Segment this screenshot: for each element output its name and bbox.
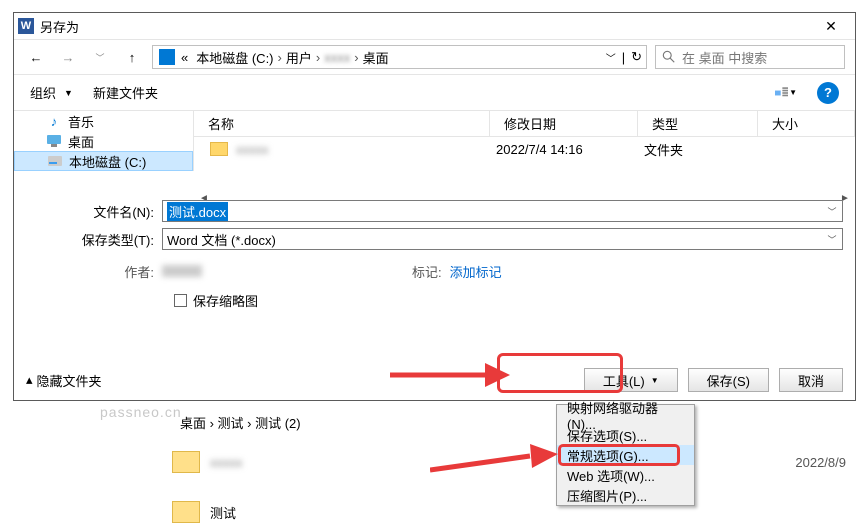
tag-label: 标记:	[412, 262, 450, 281]
bg-row-0: xxxxx 2022/8/9	[172, 448, 858, 476]
form-area: 文件名(N): 测试.docx ﹀ 保存类型(T): Word 文档 (*.do…	[14, 189, 855, 322]
chevron-down-icon[interactable]: ﹀	[824, 229, 840, 249]
bg-breadcrumb: 桌面 › 测试 › 测试 (2)	[180, 408, 858, 436]
filename-label: 文件名(N):	[26, 202, 162, 221]
content-area: ♪ 音乐 桌面 本地磁盘 (C:) 名称 修改日期 类型 大小 xxxxx 20…	[14, 111, 855, 171]
sidebar-item-label: 桌面	[68, 132, 94, 151]
tag-value[interactable]: 添加标记	[450, 262, 502, 281]
crumb-2-hidden[interactable]: xxxx	[324, 50, 350, 65]
navbar: ← → ﹀ ↑ « 本地磁盘 (C:) › 用户 › xxxx › 桌面 ﹀ |…	[14, 39, 855, 75]
word-icon: W	[18, 18, 34, 34]
watermark: passneo.cn	[100, 404, 182, 420]
bg-row-1: 测试	[172, 498, 858, 526]
crumb-sep: «	[181, 50, 188, 65]
folder-icon	[172, 451, 200, 473]
file-type: 文件夹	[644, 140, 683, 159]
file-date: 2022/7/4 14:16	[496, 142, 644, 157]
chevron-right-icon: ›	[278, 50, 282, 65]
toolbar: 组织▼ 新建文件夹 ▼ ?	[14, 75, 855, 111]
filetype-value: Word 文档 (*.docx)	[167, 230, 276, 249]
save-as-dialog: W 另存为 ✕ ← → ﹀ ↑ « 本地磁盘 (C:) › 用户 › xxxx …	[13, 12, 856, 401]
chevron-down-icon: ▼	[651, 376, 659, 385]
filename-input[interactable]: 测试.docx ﹀	[162, 200, 843, 222]
menu-compress-pictures[interactable]: 压缩图片(P)...	[557, 485, 694, 505]
music-icon: ♪	[46, 113, 62, 129]
view-button[interactable]: ▼	[775, 82, 797, 104]
forward-button[interactable]: →	[56, 45, 80, 69]
organize-button[interactable]: 组织▼	[30, 83, 73, 102]
crumb-3[interactable]: 桌面	[363, 48, 389, 67]
help-button[interactable]: ?	[817, 82, 839, 104]
new-folder-button[interactable]: 新建文件夹	[93, 83, 158, 102]
file-row[interactable]: xxxxx 2022/7/4 14:16 文件夹	[194, 137, 855, 161]
thumbnail-label: 保存缩略图	[193, 291, 258, 310]
tools-button[interactable]: 工具(L) ▼	[584, 368, 678, 392]
chevron-up-icon: ▴	[26, 372, 33, 388]
hide-folders-label: 隐藏文件夹	[37, 371, 102, 390]
breadcrumb-bar[interactable]: « 本地磁盘 (C:) › 用户 › xxxx › 桌面 ﹀ | ↻	[152, 45, 647, 69]
hide-folders-button[interactable]: ▴ 隐藏文件夹	[26, 371, 102, 390]
drive-icon	[47, 153, 63, 169]
file-list-header: 名称 修改日期 类型 大小	[194, 111, 855, 137]
bg-breadcrumb-text: 桌面 › 测试 › 测试 (2)	[180, 413, 301, 432]
filename-value: 测试.docx	[167, 202, 228, 221]
folder-icon	[172, 501, 200, 523]
recent-dropdown[interactable]: ﹀	[88, 45, 112, 69]
tools-dropdown: 映射网络驱动器(N)... 保存选项(S)... 常规选项(G)... Web …	[556, 404, 695, 506]
refresh-icon[interactable]: ↻	[631, 49, 642, 65]
menu-web-options[interactable]: Web 选项(W)...	[557, 465, 694, 485]
search-placeholder: 在 桌面 中搜索	[682, 48, 767, 67]
close-button[interactable]: ✕	[811, 15, 851, 37]
bg-row-name: 测试	[210, 503, 236, 522]
dialog-title: 另存为	[40, 17, 811, 36]
search-input[interactable]: 在 桌面 中搜索	[655, 45, 845, 69]
titlebar: W 另存为 ✕	[14, 13, 855, 39]
tools-label: 工具(L)	[603, 371, 645, 390]
author-label: 作者:	[26, 262, 162, 281]
sidebar-item-label: 本地磁盘 (C:)	[69, 152, 146, 171]
this-pc-icon	[159, 49, 175, 65]
thumbnail-checkbox[interactable]	[174, 294, 187, 307]
author-value-hidden[interactable]	[162, 265, 202, 277]
chevron-down-icon[interactable]: ﹀	[824, 201, 840, 221]
folder-icon	[210, 142, 228, 156]
back-button[interactable]: ←	[24, 45, 48, 69]
save-button[interactable]: 保存(S)	[688, 368, 769, 392]
bottom-bar: ▴ 隐藏文件夹 工具(L) ▼ 保存(S) 取消	[14, 360, 855, 400]
search-icon	[662, 50, 676, 64]
sidebar-item-local-disk[interactable]: 本地磁盘 (C:)	[14, 151, 193, 171]
menu-general-options[interactable]: 常规选项(G)...	[557, 445, 694, 465]
chevron-right-icon: ›	[316, 50, 320, 65]
sidebar-item-label: 音乐	[68, 112, 94, 131]
crumb-1[interactable]: 用户	[286, 48, 312, 67]
cancel-button[interactable]: 取消	[779, 368, 843, 392]
col-date[interactable]: 修改日期	[490, 111, 638, 136]
col-name[interactable]: 名称	[194, 111, 490, 136]
file-name-hidden: xxxxx	[236, 142, 496, 157]
chevron-down-icon[interactable]: ﹀	[606, 50, 616, 65]
menu-map-network-drive[interactable]: 映射网络驱动器(N)...	[557, 405, 694, 425]
sidebar-item-music[interactable]: ♪ 音乐	[14, 111, 193, 131]
desktop-icon	[46, 133, 62, 149]
filetype-select[interactable]: Word 文档 (*.docx) ﹀	[162, 228, 843, 250]
sidebar-item-desktop[interactable]: 桌面	[14, 131, 193, 151]
up-button[interactable]: ↑	[120, 45, 144, 69]
sidebar: ♪ 音乐 桌面 本地磁盘 (C:)	[14, 111, 194, 171]
crumb-0[interactable]: 本地磁盘 (C:)	[196, 48, 273, 67]
col-type[interactable]: 类型	[638, 111, 758, 136]
chevron-right-icon: ›	[354, 50, 358, 65]
bg-row-name: xxxxx	[210, 455, 795, 470]
col-size[interactable]: 大小	[758, 111, 855, 136]
filetype-label: 保存类型(T):	[26, 230, 162, 249]
bg-row-date: 2022/8/9	[795, 455, 846, 470]
